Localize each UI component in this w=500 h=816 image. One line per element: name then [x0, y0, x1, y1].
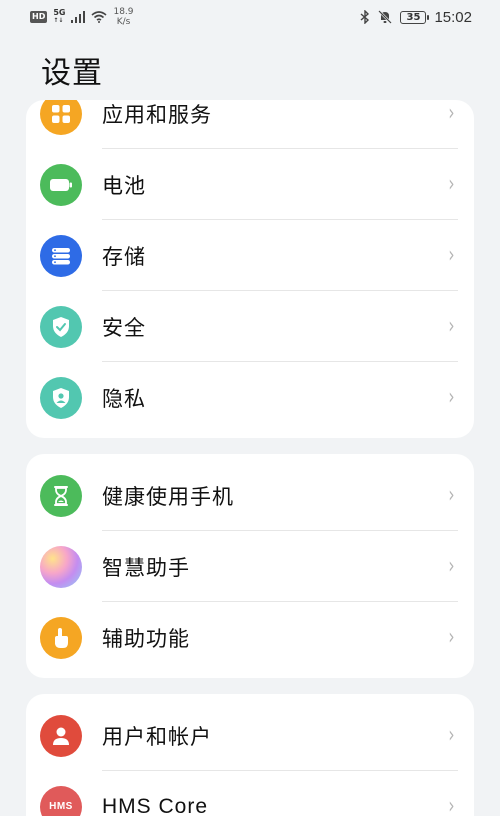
signal-icon — [71, 11, 86, 23]
apps-icon — [40, 100, 82, 135]
hand-pointer-icon — [40, 616, 82, 659]
chevron-right-icon: › — [448, 314, 455, 339]
settings-item-label: 用户和帐户 — [102, 724, 212, 749]
settings-item-label: 存储 — [102, 244, 146, 269]
settings-item-label: 隐私 — [102, 386, 146, 411]
clock: 15:02 — [434, 8, 472, 26]
settings-item-label: HMS Core — [102, 794, 209, 816]
user-icon — [40, 714, 82, 757]
chevron-right-icon: › — [448, 385, 455, 410]
settings-item-assistant[interactable]: 智慧助手 › — [26, 531, 474, 602]
page-title: 设置 — [41, 56, 103, 91]
settings-item-accessibility[interactable]: 辅助功能 › — [26, 602, 474, 673]
settings-item-apps-services[interactable]: 应用和服务 › — [26, 100, 474, 149]
chevron-right-icon: › — [448, 794, 455, 816]
chevron-right-icon: › — [448, 483, 455, 508]
status-bar-right: 35 15:02 — [360, 9, 472, 26]
settings-item-label: 安全 — [102, 315, 146, 340]
status-bar-left: HD 5G ↑↓ 18.9 K/s — [30, 7, 134, 27]
mute-bell-icon — [378, 10, 393, 24]
battery-icon — [40, 163, 82, 206]
network-activity: ↑↓ — [53, 17, 64, 24]
chevron-right-icon: › — [448, 243, 455, 268]
network-type: 5G ↑↓ — [53, 9, 65, 25]
speed-unit: K/s — [116, 17, 131, 27]
settings-item-battery[interactable]: 电池 › — [26, 149, 474, 220]
hourglass-icon — [40, 474, 82, 517]
network-speed: 18.9 K/s — [113, 7, 133, 27]
chevron-right-icon: › — [448, 101, 455, 126]
hms-icon: HMS — [40, 785, 82, 816]
hd-indicator: HD — [30, 11, 48, 23]
hms-icon-text: HMS — [49, 801, 73, 812]
chevron-right-icon: › — [448, 172, 455, 197]
settings-group-3: 用户和帐户 › HMS HMS Core › — [26, 694, 474, 816]
settings-item-digital-balance[interactable]: 健康使用手机 › — [26, 460, 474, 531]
privacy-shield-icon — [40, 376, 82, 419]
settings-item-storage[interactable]: 存储 › — [26, 220, 474, 291]
shield-check-icon — [40, 305, 82, 348]
settings-item-privacy[interactable]: 隐私 › — [26, 362, 474, 433]
settings-item-users-accounts[interactable]: 用户和帐户 › — [26, 700, 474, 771]
chevron-right-icon: › — [448, 625, 455, 650]
chevron-right-icon: › — [448, 723, 455, 748]
speed-value: 18.9 — [113, 7, 134, 17]
chevron-right-icon: › — [448, 554, 455, 579]
bluetooth-icon — [360, 10, 370, 24]
settings-item-hms-core[interactable]: HMS HMS Core › — [26, 771, 474, 816]
settings-item-label: 辅助功能 — [102, 626, 190, 651]
settings-item-label: 电池 — [102, 173, 146, 198]
settings-group-1: 应用和服务 › 电池 › 存储 › 安全 › 隐私 › — [26, 100, 474, 438]
settings-item-label: 智慧助手 — [102, 555, 190, 580]
settings-item-label: 健康使用手机 — [102, 484, 234, 509]
assistant-orb-icon — [40, 545, 82, 588]
storage-icon — [40, 234, 82, 277]
settings-item-security[interactable]: 安全 › — [26, 291, 474, 362]
wifi-icon — [91, 11, 108, 23]
status-bar: HD 5G ↑↓ 18.9 K/s 35 15:02 — [0, 0, 500, 34]
network-type-label: 5G — [53, 8, 66, 17]
settings-group-2: 健康使用手机 › 智慧助手 › 辅助功能 › — [26, 454, 474, 678]
settings-item-label: 应用和服务 — [102, 102, 212, 127]
battery-indicator: 35 — [400, 10, 430, 24]
